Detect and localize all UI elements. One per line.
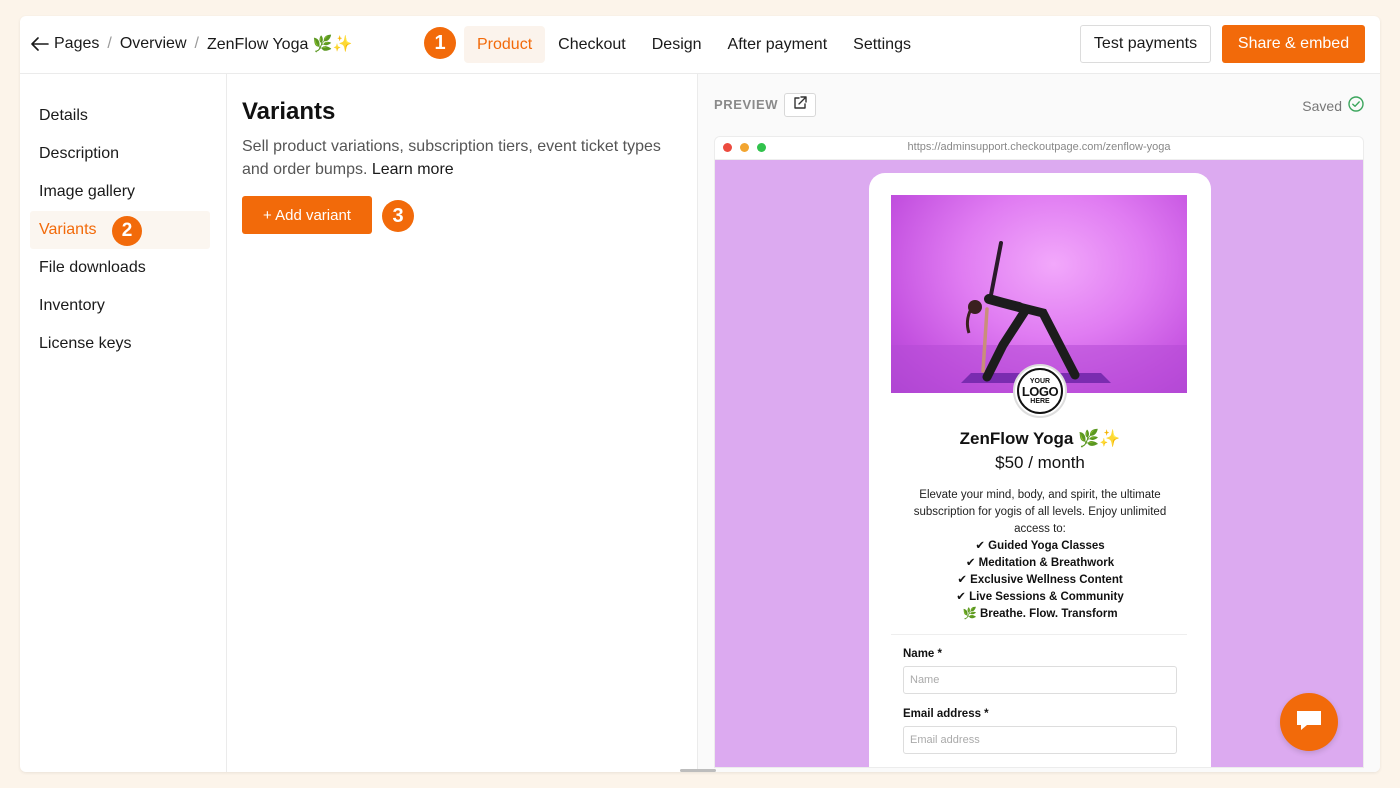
external-link-icon	[793, 95, 807, 115]
breadcrumb-pages[interactable]: Pages	[54, 35, 99, 53]
email-input[interactable]: Email address	[903, 726, 1177, 754]
breadcrumb-current-page: ZenFlow Yoga 🌿✨	[206, 36, 353, 53]
name-input[interactable]: Name	[903, 666, 1177, 694]
sidebar-item-label: Variants	[39, 221, 97, 238]
sidebar-item-license-keys[interactable]: License keys	[30, 325, 210, 363]
feature-item: ✔ Guided Yoga Classes	[975, 540, 1105, 552]
breadcrumb-separator: /	[194, 35, 199, 52]
app-window: Pages / Overview / ZenFlow Yoga 🌿✨ 1 Pro…	[20, 16, 1380, 772]
logo-text-main: LOGO	[1021, 383, 1059, 399]
brand-logo: YOUR LOGO HERE	[1013, 364, 1067, 418]
sidebar-item-details[interactable]: Details	[30, 97, 210, 135]
check-circle-icon	[1342, 96, 1364, 115]
chat-bubble-icon	[1295, 708, 1323, 737]
resize-handle[interactable]	[680, 769, 716, 772]
preview-url: https://adminsupport.checkoutpage.com/ze…	[907, 141, 1171, 153]
breadcrumb-overview[interactable]: Overview	[120, 35, 187, 53]
divider	[891, 634, 1187, 635]
checkout-card: YOUR LOGO HERE ZenFlow Yoga 🌿✨ $50 / mon…	[869, 173, 1211, 767]
sidebar-item-file-downloads[interactable]: File downloads	[30, 249, 210, 287]
email-field-label: Email address *	[903, 708, 989, 720]
preview-label: PREVIEW	[714, 97, 779, 112]
preview-canvas: YOUR LOGO HERE ZenFlow Yoga 🌿✨ $50 / mon…	[715, 160, 1363, 767]
learn-more-link[interactable]: Learn more	[372, 161, 454, 178]
saved-text: Saved	[1302, 97, 1342, 114]
feature-item: ✔ Exclusive Wellness Content	[957, 574, 1123, 586]
breadcrumb: Pages / Overview / ZenFlow Yoga 🌿✨	[30, 34, 353, 54]
tab-design[interactable]: Design	[639, 26, 715, 63]
feature-item: ✔ Live Sessions & Community	[956, 591, 1124, 603]
sidebar-item-description[interactable]: Description	[30, 135, 210, 173]
sidebar: Details Description Image gallery Varian…	[20, 74, 227, 772]
main-content: Variants Sell product variations, subscr…	[227, 74, 698, 772]
tab-checkout[interactable]: Checkout	[545, 26, 639, 63]
name-field-label: Name *	[903, 648, 942, 660]
feature-item: ✔ Meditation & Breathwork	[965, 557, 1115, 569]
feature-item: 🌿 Breathe. Flow. Transform	[962, 608, 1118, 620]
step-badge-2: 2	[112, 216, 142, 246]
tab-settings[interactable]: Settings	[840, 26, 924, 63]
tab-after-payment[interactable]: After payment	[715, 26, 841, 63]
logo-text-bottom: HERE	[1030, 397, 1050, 405]
share-embed-button[interactable]: Share & embed	[1222, 25, 1365, 63]
product-price: $50 / month	[995, 453, 1085, 472]
page-title: Variants	[242, 98, 336, 125]
logo-placeholder: YOUR LOGO HERE	[1017, 368, 1063, 414]
variants-description: Sell product variations, subscription ti…	[242, 135, 687, 181]
feature-list: ✔ Guided Yoga Classes ✔ Meditation & Bre…	[869, 538, 1211, 623]
breadcrumb-separator: /	[107, 35, 112, 52]
back-arrow-icon[interactable]	[30, 34, 50, 54]
browser-bar: https://adminsupport.checkoutpage.com/ze…	[715, 137, 1363, 160]
test-payments-button[interactable]: Test payments	[1080, 25, 1211, 63]
browser-mockup: https://adminsupport.checkoutpage.com/ze…	[714, 136, 1364, 768]
add-variant-button[interactable]: + Add variant	[242, 196, 372, 234]
product-title: ZenFlow Yoga 🌿✨	[959, 429, 1121, 448]
step-badge-3: 3	[382, 200, 414, 232]
sidebar-item-image-gallery[interactable]: Image gallery	[30, 173, 210, 211]
step-badge-1: 1	[424, 27, 456, 59]
nav-tabs: Product Checkout Design After payment Se…	[464, 26, 924, 63]
tab-product[interactable]: Product	[464, 26, 546, 63]
product-description: Elevate your mind, body, and spirit, the…	[913, 489, 1167, 535]
top-bar: Pages / Overview / ZenFlow Yoga 🌿✨ 1 Pro…	[20, 16, 1380, 74]
chat-widget-button[interactable]	[1280, 693, 1338, 751]
open-preview-button[interactable]	[784, 93, 816, 117]
saved-status: Saved	[1302, 96, 1364, 115]
preview-pane: PREVIEW Saved https://adminsupport.check…	[698, 74, 1380, 772]
sidebar-item-inventory[interactable]: Inventory	[30, 287, 210, 325]
